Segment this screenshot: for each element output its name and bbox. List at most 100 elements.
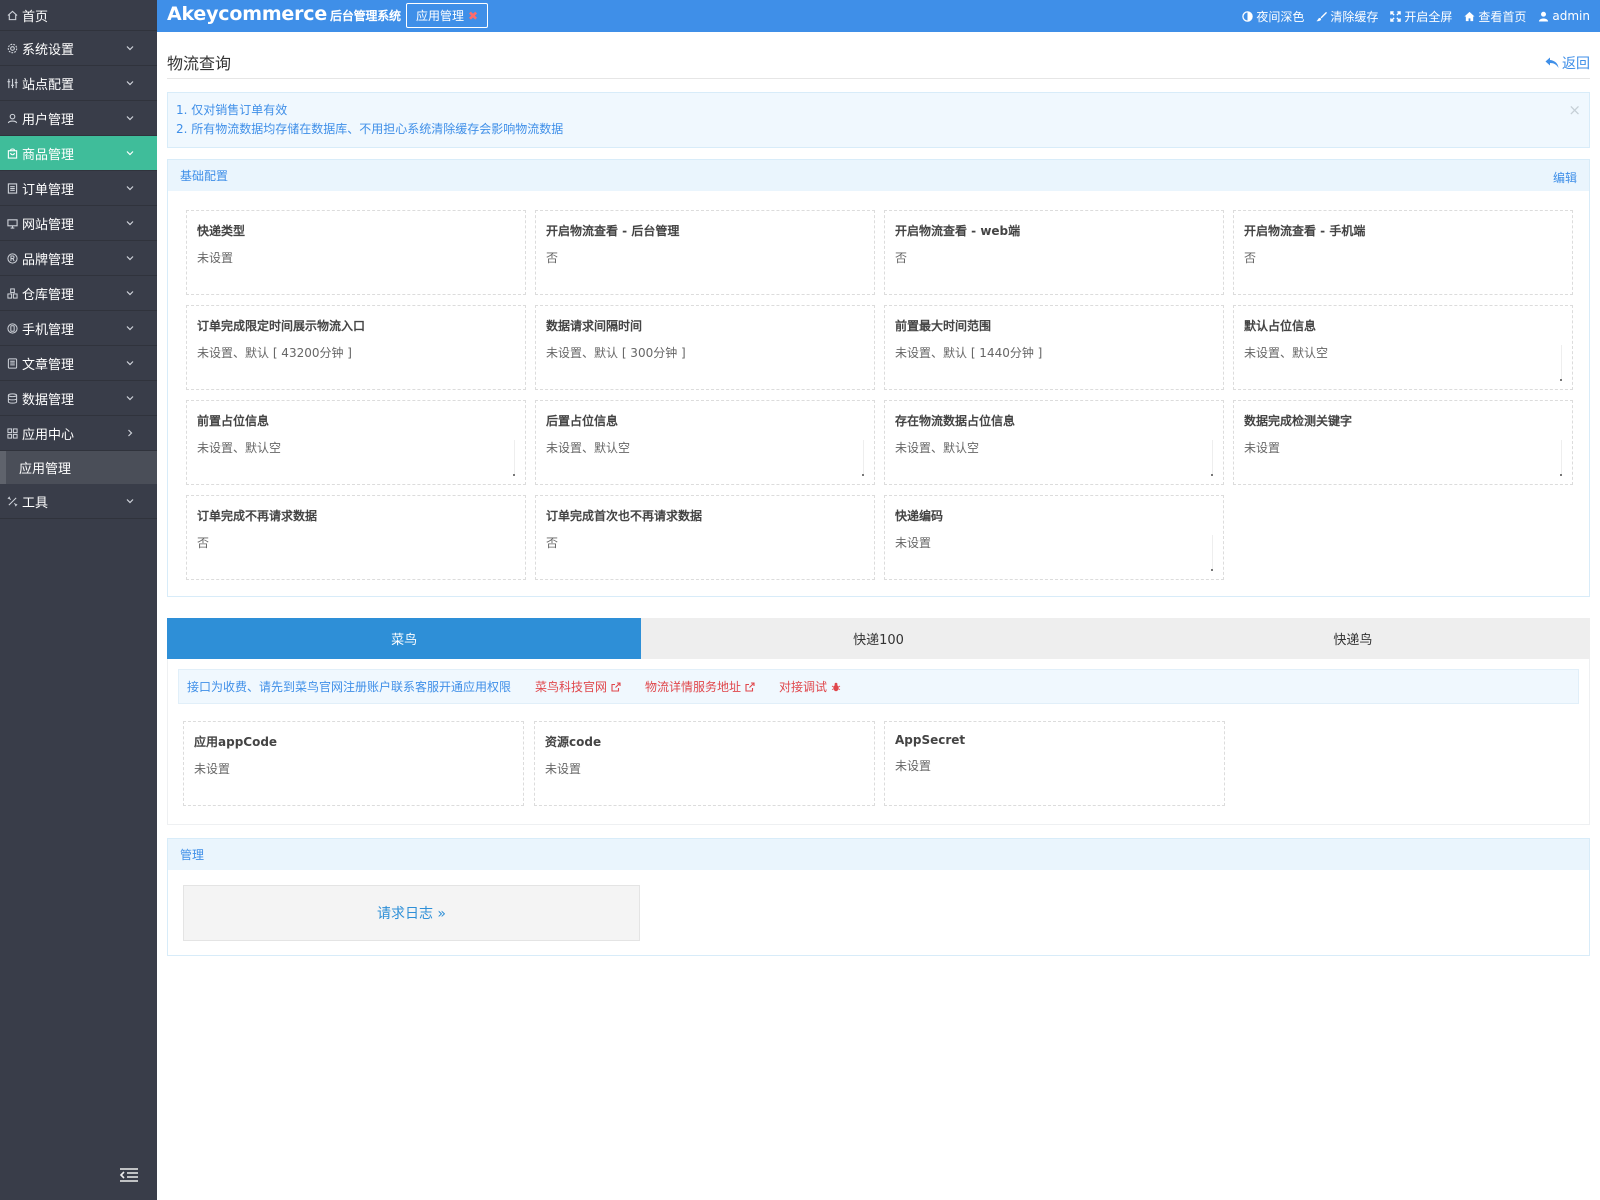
monitor-icon xyxy=(6,217,19,230)
close-icon[interactable]: ✖ xyxy=(468,9,478,23)
user-icon xyxy=(1539,11,1549,22)
config-card: 数据完成检测关键字 未设置 xyxy=(1233,400,1573,485)
tab-cainiao[interactable]: 菜鸟 xyxy=(167,618,642,659)
config-title: 资源code xyxy=(545,735,602,749)
panel-title: 基础配置 xyxy=(180,169,229,183)
home-icon xyxy=(1464,11,1475,21)
cainiao-config-card: 应用appCode 未设置 xyxy=(183,721,524,806)
config-value: 未设置 xyxy=(895,759,932,773)
debug-link[interactable]: 对接调试 xyxy=(779,678,841,695)
brand-logo[interactable]: Akeycommerce 后台管理系统 xyxy=(167,3,401,25)
database-icon xyxy=(6,392,19,405)
config-card: 快递编码 未设置 xyxy=(884,495,1224,580)
sidebar-item-label: 站点配置 xyxy=(22,77,75,93)
back-button[interactable]: 返回 xyxy=(1545,53,1590,73)
panel-header: 基础配置 编辑 xyxy=(168,160,1589,191)
gear-icon xyxy=(6,42,19,55)
link-label: 菜鸟科技官网 xyxy=(535,680,608,694)
clear-cache-button[interactable]: 清除缓存 xyxy=(1316,8,1378,25)
cainiao-tab-panel: 接口为收费、请先到菜鸟官网注册账户联系客服开通应用权限 菜鸟科技官网 物流详情服… xyxy=(167,659,1590,825)
config-card: 开启物流查看 - web端 否 xyxy=(884,210,1224,295)
chevron-down-icon xyxy=(125,182,135,192)
sidebar-subitem-label: 应用管理 xyxy=(19,462,72,477)
sidebar-item-data[interactable]: 数据管理 xyxy=(0,381,157,416)
sidebar-subitem-app-manage[interactable]: 应用管理 xyxy=(0,451,157,484)
config-value: 否 xyxy=(197,536,210,550)
cainiao-website-link[interactable]: 菜鸟科技官网 xyxy=(535,678,621,695)
config-title: 前置最大时间范围 xyxy=(895,319,992,333)
config-card: 开启物流查看 - 后台管理 否 xyxy=(535,210,875,295)
config-card: 订单完成首次也不再请求数据 否 xyxy=(535,495,875,580)
sidebar-item-users[interactable]: 用户管理 xyxy=(0,101,157,136)
sidebar-item-website[interactable]: 网站管理 xyxy=(0,206,157,241)
config-value: 未设置 xyxy=(1244,441,1281,455)
sidebar-item-warehouse[interactable]: 仓库管理 xyxy=(0,276,157,311)
config-value: 未设置、默认空 xyxy=(1244,346,1329,360)
reply-icon xyxy=(1545,57,1559,68)
brand-name: Akeycommerce xyxy=(167,3,328,25)
fullscreen-button[interactable]: 开启全屏 xyxy=(1390,8,1452,25)
config-value: 未设置 xyxy=(194,762,231,776)
sidebar-item-label: 系统设置 xyxy=(22,42,75,58)
sidebar-item-home[interactable]: 首页 xyxy=(0,0,157,31)
sidebar-item-app-center[interactable]: 应用中心 xyxy=(0,416,157,451)
close-icon[interactable]: × xyxy=(1568,101,1581,120)
sidebar-item-tools[interactable]: 工具 xyxy=(0,484,157,519)
user-menu-button[interactable]: admin xyxy=(1538,9,1590,23)
edit-button[interactable]: 编辑 xyxy=(1553,169,1577,186)
config-card: 订单完成不再请求数据 否 xyxy=(186,495,526,580)
cainiao-config-card: 资源code 未设置 xyxy=(534,721,875,806)
config-value: 未设置、默认 [ 1440分钟 ] xyxy=(895,346,1043,360)
sidebar-item-brands[interactable]: 品牌管理 xyxy=(0,241,157,276)
config-title: 开启物流查看 - 后台管理 xyxy=(546,224,680,238)
open-tab-app-manage[interactable]: 应用管理 ✖ xyxy=(406,3,489,28)
request-log-button[interactable]: 请求日志 » xyxy=(183,885,640,941)
expand-icon xyxy=(1390,10,1402,22)
grid-icon xyxy=(6,427,19,440)
sidebar-item-site-config[interactable]: 站点配置 xyxy=(0,66,157,101)
tab-kuaidiniao[interactable]: 快递鸟 xyxy=(1116,618,1590,659)
view-homepage-label: 查看首页 xyxy=(1478,9,1527,24)
external-link-icon xyxy=(745,681,755,692)
chevron-down-icon xyxy=(125,42,135,52)
sidebar-item-mobile[interactable]: 手机管理 xyxy=(0,311,157,346)
config-card: 数据请求间隔时间 未设置、默认 [ 300分钟 ] xyxy=(535,305,875,390)
bug-icon xyxy=(831,682,841,691)
sidebar-item-goods[interactable]: 商品管理 xyxy=(0,136,157,171)
config-card: 订单完成限定时间展示物流入口 未设置、默认 [ 43200分钟 ] xyxy=(186,305,526,390)
clear-cache-label: 清除缓存 xyxy=(1330,9,1379,24)
bag-icon xyxy=(6,147,19,160)
title-divider xyxy=(167,78,1590,79)
collapse-sidebar-icon[interactable] xyxy=(119,1167,139,1183)
config-title: 后置占位信息 xyxy=(546,414,619,428)
sidebar: 首页 系统设置 站点配置 用户管理 商品管理 订单管理 网站管理 品牌管理 仓库… xyxy=(0,0,157,1200)
config-card: 前置占位信息 未设置、默认空 xyxy=(186,400,526,485)
config-title: 存在物流数据占位信息 xyxy=(895,414,1016,428)
sidebar-item-orders[interactable]: 订单管理 xyxy=(0,171,157,206)
external-link-icon xyxy=(611,681,621,692)
basic-config-panel: 基础配置 编辑 快递类型 未设置 开启物流查看 - 后台管理 否 开启物流查看 … xyxy=(167,159,1590,597)
chevron-down-icon xyxy=(125,147,135,157)
chevron-down-icon xyxy=(125,217,135,227)
sidebar-item-articles[interactable]: 文章管理 xyxy=(0,346,157,381)
open-tab-label: 应用管理 xyxy=(416,9,465,23)
panel-header: 管理 xyxy=(168,839,1589,870)
config-title: 订单完成限定时间展示物流入口 xyxy=(197,319,366,333)
back-label: 返回 xyxy=(1562,56,1590,72)
dark-mode-button[interactable]: 夜间深色 xyxy=(1242,8,1304,25)
cainiao-info-bar: 接口为收费、请先到菜鸟官网注册账户联系客服开通应用权限 菜鸟科技官网 物流详情服… xyxy=(178,669,1579,704)
sidebar-item-label: 数据管理 xyxy=(22,392,75,408)
username-label: admin xyxy=(1552,9,1590,23)
sidebar-item-system-settings[interactable]: 系统设置 xyxy=(0,31,157,66)
config-title: 应用appCode xyxy=(194,735,278,749)
sidebar-item-label: 手机管理 xyxy=(22,322,75,338)
view-homepage-button[interactable]: 查看首页 xyxy=(1464,8,1526,25)
sidebar-item-label: 应用中心 xyxy=(22,427,75,443)
chevron-down-icon xyxy=(125,322,135,332)
contrast-icon xyxy=(1242,10,1254,22)
config-value: 未设置、默认空 xyxy=(197,441,282,455)
logistics-service-link[interactable]: 物流详情服务地址 xyxy=(645,678,755,695)
config-title: 数据请求间隔时间 xyxy=(546,319,643,333)
sliders-icon xyxy=(6,77,19,90)
tab-kuaidi100[interactable]: 快递100 xyxy=(641,618,1115,659)
